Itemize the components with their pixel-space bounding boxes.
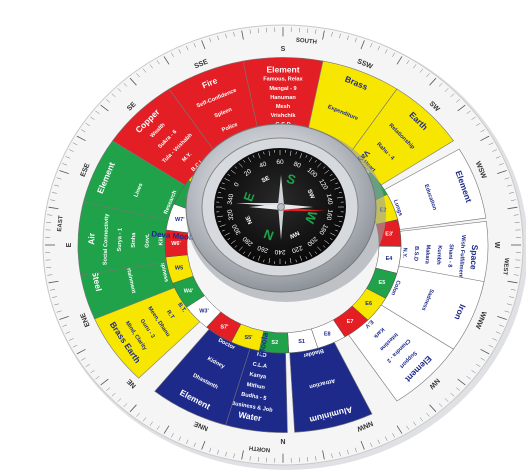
sector-text: Mangal - 9 (269, 86, 296, 92)
inner-code: S2 (271, 340, 278, 346)
sector-text: Vrishchik (271, 113, 297, 119)
inner-code: W5 (175, 265, 183, 271)
vastu-compass-photo: NNNENEENEEESESESSESSSWSWWSWWWNWNWNNWNORT… (42, 24, 526, 470)
inner-code: S7' (220, 324, 229, 330)
dial-number: 240 (274, 248, 285, 255)
sector-text: Sinha (131, 232, 138, 248)
inner-code: E6 (365, 301, 372, 307)
sector-text: Famous, Relax (263, 77, 303, 83)
inner-code: E8 (324, 332, 331, 338)
direction-label: N (280, 437, 285, 444)
inner-code: W4' (184, 288, 194, 294)
needle-pivot (277, 203, 285, 211)
direction-label: W (493, 242, 500, 249)
sector-text: Surya - 1 (117, 228, 124, 252)
sector-text: N.Y. (401, 247, 408, 258)
inner-code: E7 (347, 319, 354, 325)
sector-text: Mesh (276, 104, 291, 110)
inner-code: W6' (171, 241, 181, 247)
sector-text: B.S.D (412, 246, 419, 261)
direction-label: E (66, 242, 73, 247)
inner-code: E3' (385, 232, 394, 238)
inner-code: E5 (379, 280, 386, 286)
sector-text: Govt. (145, 233, 152, 248)
sector-text: Element (266, 64, 299, 74)
inner-code: S5' (244, 335, 253, 341)
inner-code: S1 (298, 339, 305, 345)
direction-label: S (281, 46, 286, 53)
sector-text: Space (468, 244, 480, 270)
inner-code: E4 (386, 256, 394, 262)
dial-number: 60 (276, 159, 284, 166)
sector-text: Air (86, 232, 96, 245)
sector-text: Hanuman (270, 95, 296, 101)
inner-code: W3' (199, 308, 209, 314)
inner-code: W7' (175, 217, 185, 223)
